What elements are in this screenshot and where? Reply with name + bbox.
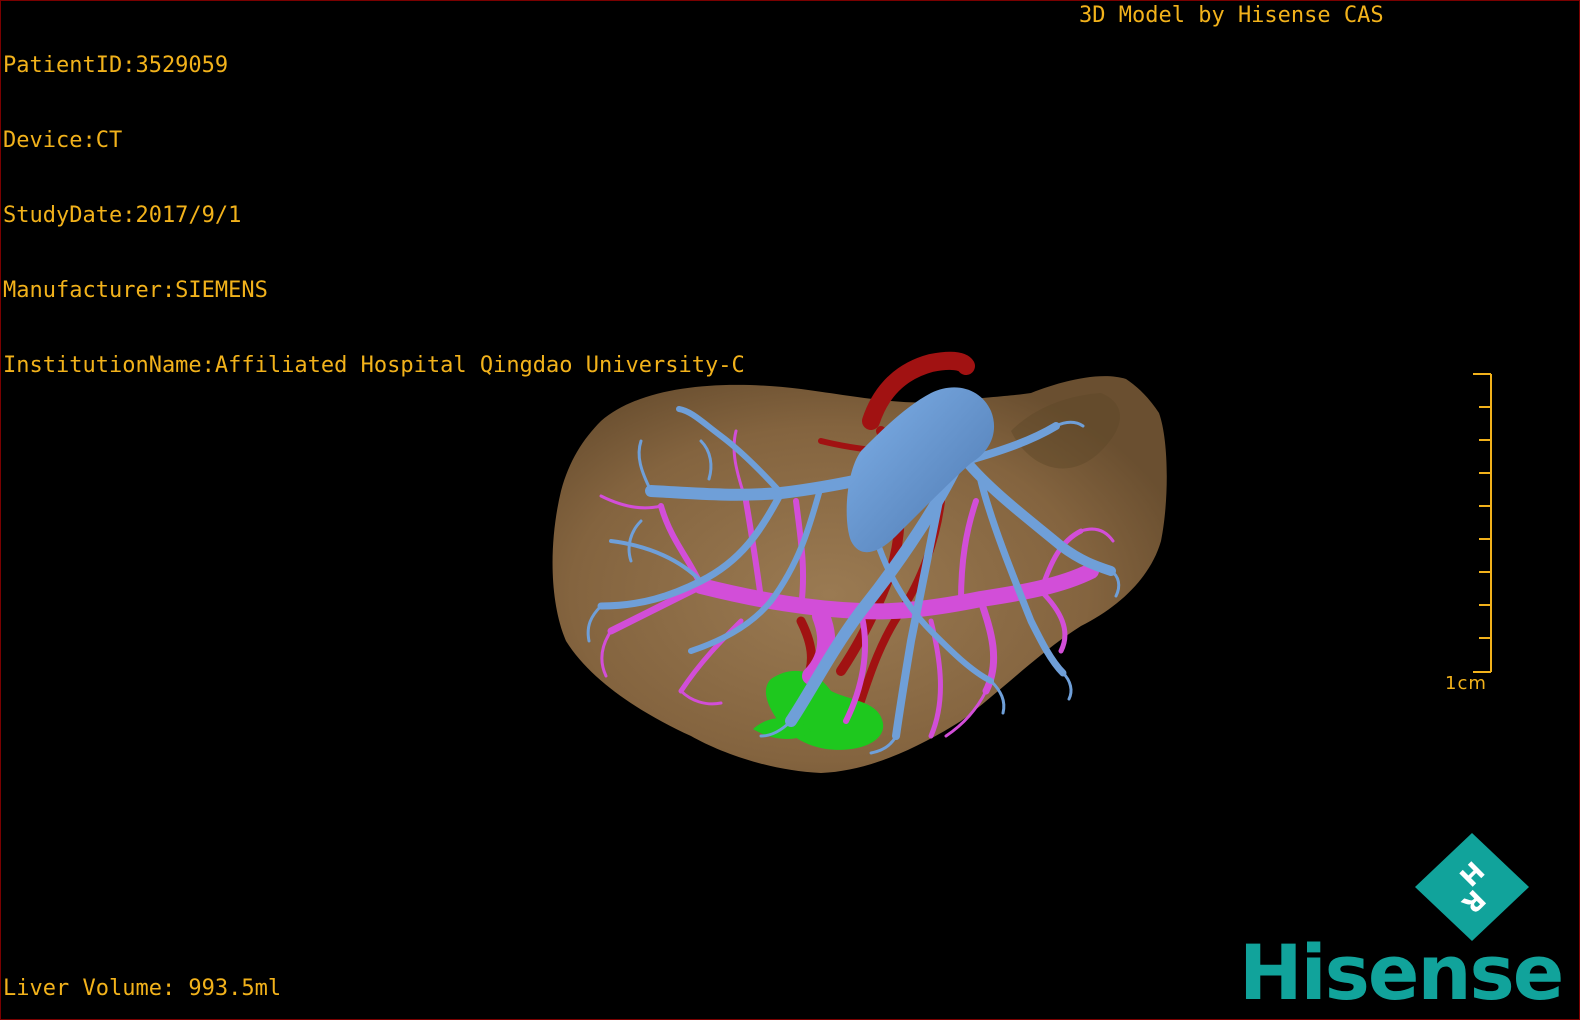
hisense-logo: Hisense (1239, 928, 1564, 1017)
scale-bar-label: 1cm (1445, 673, 1487, 694)
scale-bar (1473, 373, 1492, 673)
liver-volume-label: Liver Volume: 993.5ml (3, 976, 282, 1001)
3d-viewport[interactable]: PatientID:3529059 Device:CT StudyDate:20… (0, 0, 1580, 1020)
liver-3d-model[interactable] (1, 1, 1580, 1020)
